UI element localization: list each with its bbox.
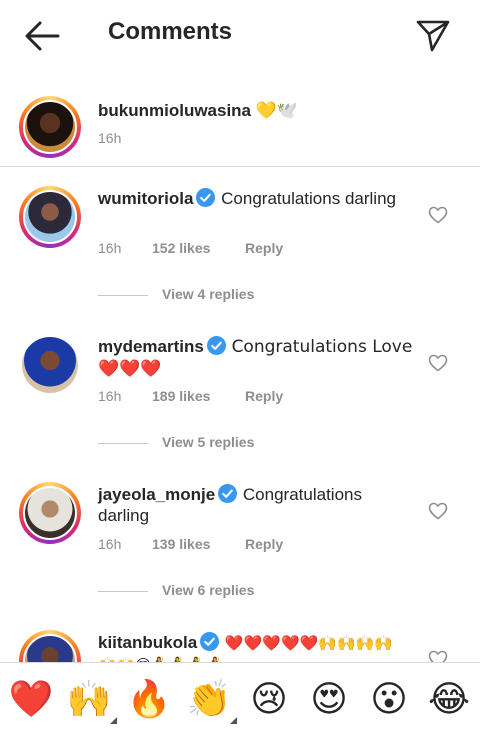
page-title: Comments (108, 18, 233, 45)
reply-button[interactable]: Reply (245, 388, 283, 404)
timestamp: 16h (98, 240, 122, 256)
view-replies-button[interactable]: View 5 replies (98, 434, 298, 454)
direct-send-icon[interactable] (414, 16, 452, 54)
avatar[interactable] (19, 186, 81, 248)
heart-eyes-icon[interactable]: 😍 (306, 677, 352, 723)
comment-text: Congratulations darling (221, 189, 396, 208)
reply-button[interactable]: Reply (245, 240, 283, 256)
fire-icon[interactable]: 🔥 (126, 677, 172, 723)
username[interactable]: kiitanbukola (98, 633, 197, 652)
reply-button[interactable]: Reply (245, 536, 283, 552)
corner-indicator-icon (230, 717, 237, 724)
verified-badge-icon (218, 484, 238, 503)
top-bar: Comments (0, 0, 480, 70)
divider-line (98, 443, 148, 444)
heart-outline-icon[interactable] (428, 502, 448, 520)
red-heart-icon[interactable]: ❤️ (8, 677, 54, 723)
divider-line (98, 591, 148, 592)
view-replies-label: View 5 replies (162, 434, 255, 450)
divider-line (98, 295, 148, 296)
timestamp: 16h (98, 130, 122, 146)
corner-indicator-icon (110, 717, 117, 724)
tears-of-joy-icon[interactable]: 😂 (426, 677, 472, 723)
likes-count[interactable]: 139 likes (152, 536, 210, 552)
raising-hands-icon[interactable]: 🙌 (66, 677, 112, 723)
view-replies-button[interactable]: View 4 replies (98, 286, 298, 306)
username[interactable]: bukunmioluwasina (98, 101, 251, 120)
caption-text: 💛🕊️ (255, 101, 299, 121)
back-arrow-icon[interactable] (22, 18, 62, 54)
post-caption: bukunmioluwasina 💛🕊️ 16h (0, 90, 480, 167)
quick-reactions-bar: ❤️ 🙌 🔥 👏 😢 😍 😮 😂 (0, 662, 480, 745)
view-replies-label: View 4 replies (162, 286, 255, 302)
likes-count[interactable]: 189 likes (152, 388, 210, 404)
likes-count[interactable]: 152 likes (152, 240, 210, 256)
username[interactable]: jayeola_monje (98, 485, 215, 504)
view-replies-button[interactable]: View 6 replies (98, 582, 298, 602)
clapping-hands-icon[interactable]: 👏 (186, 677, 232, 723)
verified-badge-icon (196, 188, 216, 207)
avatar[interactable] (19, 96, 81, 158)
verified-badge-icon (200, 632, 220, 651)
view-replies-label: View 6 replies (162, 582, 255, 598)
username[interactable]: wumitoriola (98, 189, 193, 208)
heart-outline-icon[interactable] (428, 206, 448, 224)
timestamp: 16h (98, 536, 122, 552)
username[interactable]: mydemartins (98, 337, 204, 356)
heart-outline-icon[interactable] (428, 354, 448, 372)
avatar[interactable] (19, 482, 81, 544)
crying-face-icon[interactable]: 😢 (246, 677, 292, 723)
timestamp: 16h (98, 388, 122, 404)
verified-badge-icon (206, 336, 226, 355)
avatar[interactable] (22, 337, 78, 393)
surprised-face-icon[interactable]: 😮 (366, 677, 412, 723)
